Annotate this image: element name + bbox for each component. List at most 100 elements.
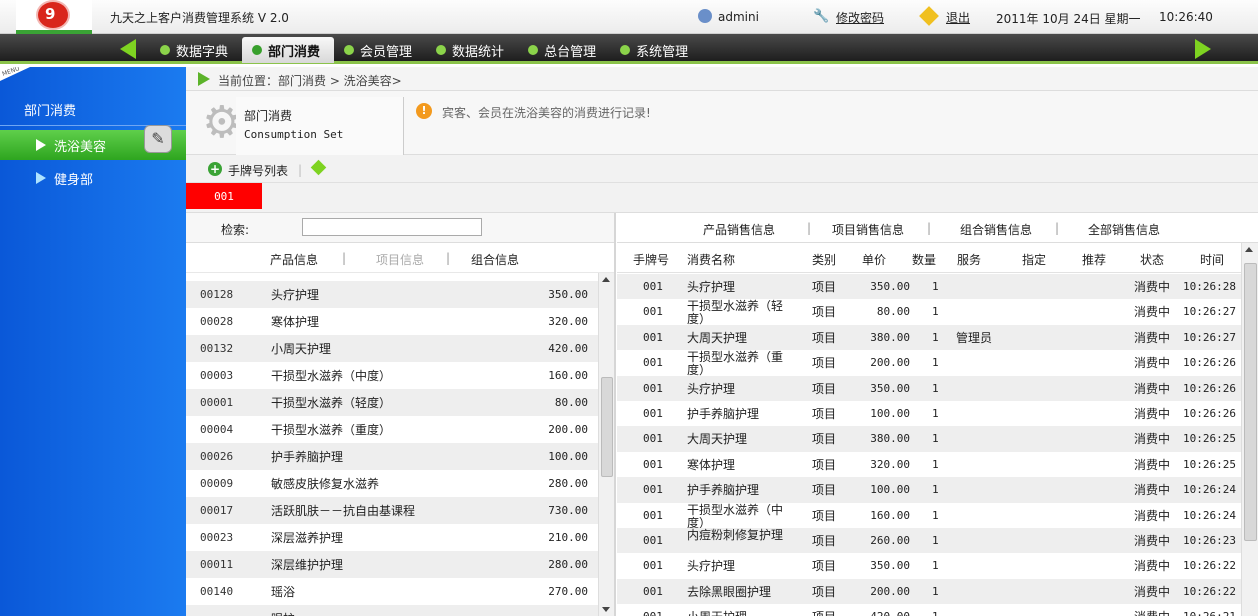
column-header[interactable]: 服务 <box>957 251 981 268</box>
product-scrollbar[interactable] <box>598 273 614 616</box>
sales-panel: 产品销售信息 | 项目销售信息 | 组合销售信息 | 全部销售信息 手牌号 消费名… <box>617 213 1258 616</box>
tab-item-info[interactable]: 项目信息 <box>376 251 424 268</box>
tab-all-sales[interactable]: 全部销售信息 <box>1088 221 1160 238</box>
sales-row[interactable]: 001 干损型水滋养（重度） 项目 200.00 1 消费中 10:26:26 <box>617 350 1241 377</box>
column-header[interactable]: 时间 <box>1200 251 1224 268</box>
scroll-down-icon[interactable] <box>602 607 610 612</box>
sales-row[interactable]: 001 小周天护理 项目 420.00 1 消费中 10:26:21 <box>617 604 1241 616</box>
plus-circle-icon <box>252 45 263 55</box>
product-row[interactable]: 00004 干损型水滋养（重度） 200.00 <box>186 416 598 443</box>
column-header[interactable]: 单价 <box>862 251 886 268</box>
sales-tag: 001 <box>643 533 663 547</box>
scroll-up-icon[interactable] <box>1245 247 1253 252</box>
product-row[interactable]: 00017 活跃肌肤－－抗自由基课程 730.00 <box>186 497 598 524</box>
tab-2[interactable]: 会员管理 <box>334 37 426 63</box>
edit-icon[interactable]: ✎ <box>144 125 172 153</box>
product-price: 270.00 <box>548 584 588 598</box>
product-name: 活跃肌肤－－抗自由基课程 <box>270 499 534 522</box>
sales-price: 350.00 <box>870 559 910 573</box>
column-header[interactable]: 状态 <box>1140 251 1164 268</box>
product-row[interactable]: 00140 瑶浴 270.00 <box>186 578 598 605</box>
product-row[interactable]: 眼护 <box>186 605 598 616</box>
search-input[interactable] <box>302 218 482 236</box>
sales-time: 10:26:27 <box>1183 305 1236 319</box>
logo-icon: 9 <box>38 2 68 28</box>
product-row[interactable]: 00009 敏感皮肤修复水滋养 280.00 <box>186 470 598 497</box>
column-header[interactable]: 手牌号 <box>633 251 669 268</box>
product-price: 100.00 <box>536 445 594 468</box>
sales-row[interactable]: 001 头疗护理 项目 350.00 1 消费中 10:26:26 <box>617 375 1241 401</box>
tab-3[interactable]: 数据统计 <box>426 37 518 63</box>
product-row[interactable]: 00028 寒体护理 320.00 <box>186 308 598 335</box>
exit-link[interactable]: 退出 <box>946 9 970 26</box>
tab-product-sales[interactable]: 产品销售信息 <box>703 221 775 238</box>
sales-row[interactable]: 001 护手养脑护理 项目 100.00 1 消费中 10:26:24 <box>617 477 1241 503</box>
scroll-up-icon[interactable] <box>602 277 610 282</box>
sales-time: 10:26:21 <box>1183 610 1236 616</box>
tab-combo-info[interactable]: 组合信息 <box>471 251 519 268</box>
sales-row[interactable]: 001 干损型水滋养（轻度） 项目 80.00 1 消费中 10:26:27 <box>617 299 1241 326</box>
diamond-icon[interactable] <box>310 159 327 176</box>
product-row[interactable]: 00128 头疗护理 350.00 <box>186 281 598 308</box>
tab-5[interactable]: 系统管理 <box>610 37 702 63</box>
search-row: 检索: <box>186 213 614 243</box>
column-header[interactable]: 指定 <box>1022 251 1046 268</box>
sales-table-header: 手牌号 消费名称 类别 单价 数量 服务 指定 推荐 状态 时间 <box>617 243 1241 273</box>
sidebar-item-label: 健身部 <box>54 172 94 188</box>
sales-row[interactable]: 001 头疗护理 项目 350.00 1 消费中 10:26:28 <box>617 274 1241 300</box>
sidebar-item-fitness[interactable]: 健身部 <box>0 163 186 193</box>
product-code: 00017 <box>186 504 270 517</box>
add-icon[interactable]: + <box>208 162 222 176</box>
sales-status: 消费中 <box>1134 305 1171 320</box>
tab-item-sales[interactable]: 项目销售信息 <box>832 221 904 238</box>
sales-tag: 001 <box>643 457 663 471</box>
tag-list-button[interactable]: 手牌号列表 <box>228 162 288 179</box>
sales-status: 消费中 <box>1134 483 1171 498</box>
sales-row[interactable]: 001 大周天护理 项目 380.00 1 管理员 消费中 10:26:27 <box>617 324 1241 351</box>
product-row[interactable]: 00003 干损型水滋养（中度） 160.00 <box>186 362 598 389</box>
nav-next-arrow-icon[interactable] <box>1195 39 1211 59</box>
tab-4[interactable]: 总台管理 <box>518 37 610 63</box>
sales-tabs: 产品销售信息 | 项目销售信息 | 组合销售信息 | 全部销售信息 <box>617 213 1258 243</box>
sales-status: 消费中 <box>1134 533 1171 548</box>
sales-status: 消费中 <box>1134 356 1171 371</box>
product-code: 00128 <box>186 288 270 301</box>
sales-row[interactable]: 001 寒体护理 项目 320.00 1 消费中 10:26:25 <box>617 452 1241 477</box>
change-password-link[interactable]: 修改密码 <box>836 9 884 26</box>
column-header[interactable]: 数量 <box>912 251 936 268</box>
product-row[interactable]: 00001 干损型水滋养（轻度） 80.00 <box>186 389 598 416</box>
tab-product-info[interactable]: 产品信息 <box>270 251 318 268</box>
product-price: 200.00 <box>548 422 588 436</box>
sales-row[interactable]: 001 护手养脑护理 项目 100.00 1 消费中 10:26:26 <box>617 401 1241 426</box>
scroll-thumb[interactable] <box>601 377 613 477</box>
tag-chip[interactable]: 001 <box>186 183 262 209</box>
product-row[interactable]: 00132 小周天护理 420.00 <box>186 335 598 362</box>
sales-row[interactable]: 001 头疗护理 项目 350.00 1 消费中 10:26:22 <box>617 553 1241 578</box>
column-header[interactable]: 类别 <box>812 251 836 268</box>
sales-row[interactable]: 001 大周天护理 项目 380.00 1 消费中 10:26:25 <box>617 426 1241 452</box>
sales-time: 10:26:23 <box>1183 533 1236 547</box>
product-row[interactable]: 00023 深层滋养护理 210.00 <box>186 524 598 551</box>
sales-qty: 1 <box>932 356 939 370</box>
section-subtitle: Consumption Set <box>244 128 344 141</box>
product-code: 00026 <box>186 450 270 463</box>
tab-0[interactable]: 数据字典 <box>150 37 242 63</box>
sales-scrollbar[interactable] <box>1241 243 1258 616</box>
tab-combo-sales[interactable]: 组合销售信息 <box>960 221 1032 238</box>
sales-row[interactable]: 001 干损型水滋养（中度） 项目 160.00 1 消费中 10:26:24 <box>617 503 1241 529</box>
column-header[interactable]: 推荐 <box>1082 251 1106 268</box>
product-row[interactable]: 00011 深层维护护理 280.00 <box>186 551 598 578</box>
nav-prev-arrow-icon[interactable] <box>120 39 136 59</box>
tab-1[interactable]: 部门消费 <box>242 37 335 63</box>
sales-row[interactable]: 001 内痘粉刺修复护理 项目 260.00 1 消费中 10:26:23 <box>617 527 1241 554</box>
sidebar-item-label: 洗浴美容 <box>54 139 107 155</box>
sales-time: 10:26:22 <box>1183 584 1236 598</box>
sales-name: 内痘粉刺修复护理 <box>687 527 784 542</box>
product-row[interactable]: 00026 护手养脑护理 100.00 <box>186 443 598 470</box>
arrow-right-icon <box>198 72 210 86</box>
plus-circle-icon <box>344 45 355 55</box>
sales-row[interactable]: 001 去除黑眼圈护理 项目 200.00 1 消费中 10:26:22 <box>617 578 1241 605</box>
info-icon: ! <box>416 103 432 119</box>
scroll-thumb[interactable] <box>1244 263 1257 541</box>
column-header[interactable]: 消费名称 <box>687 251 735 268</box>
